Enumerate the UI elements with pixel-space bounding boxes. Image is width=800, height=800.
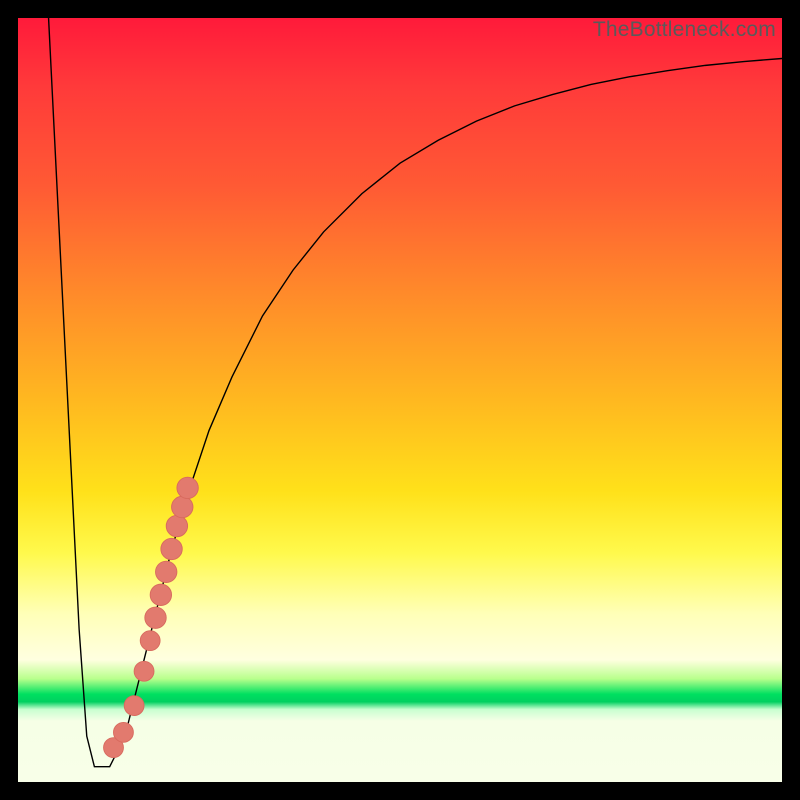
curve-markers	[104, 477, 199, 757]
plot-area: TheBottleneck.com	[18, 18, 782, 782]
curve-marker	[156, 561, 177, 582]
chart-frame: TheBottleneck.com	[0, 0, 800, 800]
curve-layer	[18, 18, 782, 782]
curve-marker	[172, 496, 193, 517]
curve-marker	[177, 477, 198, 498]
curve-marker	[114, 722, 134, 742]
curve-marker	[161, 538, 182, 559]
curve-marker	[150, 584, 171, 605]
curve-marker	[134, 661, 154, 681]
curve-marker	[124, 696, 144, 716]
curve-marker	[145, 607, 166, 628]
curve-marker	[140, 631, 160, 651]
curve-marker	[166, 515, 187, 536]
bottleneck-curve	[49, 18, 782, 767]
